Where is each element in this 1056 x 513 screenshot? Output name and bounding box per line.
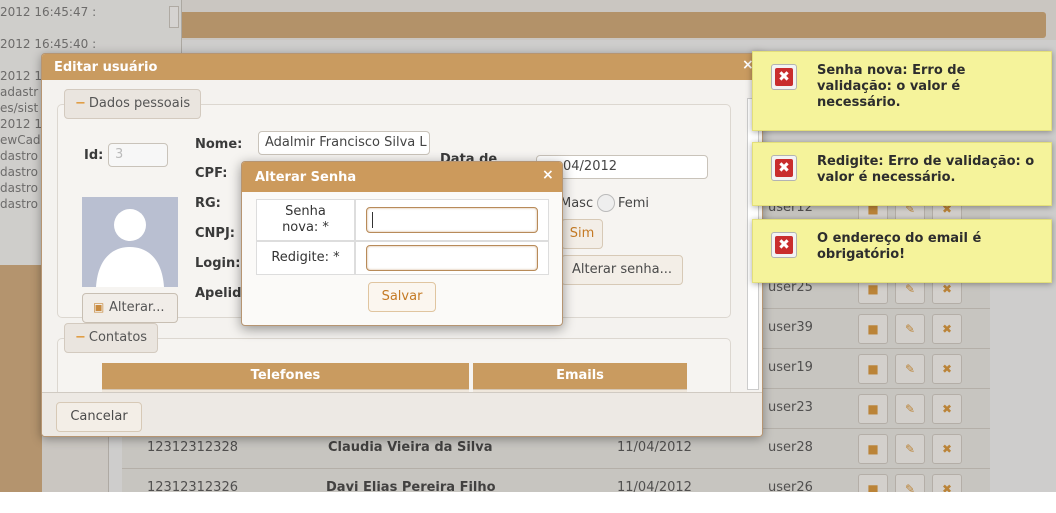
sexo-femi-label: Femi <box>618 196 650 211</box>
senha-nova-cell <box>355 199 549 241</box>
alterar-senha-dialog: Alterar Senha × Senha nova: * Redigite: … <box>241 161 563 326</box>
emails-header: Emails <box>473 363 687 389</box>
contatos-toggle[interactable]: − Contatos <box>64 323 159 353</box>
alterar-senha-button[interactable]: Alterar senha... <box>561 255 683 285</box>
close-icon[interactable]: × <box>542 167 554 183</box>
error-glyph: ✖ <box>775 68 793 86</box>
avatar-silhouette-icon <box>96 209 164 287</box>
avatar <box>82 197 178 287</box>
cpf-label: CPF: <box>195 166 228 181</box>
error-notification[interactable]: ✖ Redigite: Erro de validação: o valor é… <box>752 142 1052 206</box>
notification-text: O endereço do email é obrigatório! <box>817 231 982 262</box>
sexo-masc-label: Masc <box>560 196 594 211</box>
redigite-label: Redigite: * <box>256 241 355 275</box>
rg-label: RG: <box>195 196 221 211</box>
alterar-foto-label: Alterar... <box>109 300 165 315</box>
login-label: Login: <box>195 256 241 271</box>
error-notification[interactable]: ✖ O endereço do email é obrigatório! <box>752 219 1052 283</box>
redigite-cell <box>355 241 549 275</box>
senha-nova-input[interactable] <box>366 207 538 233</box>
text-cursor <box>372 212 373 228</box>
cnpj-label: CNPJ: <box>195 226 235 241</box>
error-icon: ✖ <box>771 64 797 90</box>
apelido-label: Apelid <box>195 286 242 301</box>
alterar-foto-button[interactable]: ▣ Alterar... <box>82 293 178 323</box>
dialog-footer: Cancelar <box>42 392 762 436</box>
error-notification[interactable]: ✖ Senha nova: Erro de validação: o valor… <box>752 51 1052 131</box>
error-glyph: ✖ <box>775 159 793 177</box>
notification-text: Redigite: Erro de validação: o valor é n… <box>817 154 1035 185</box>
error-icon: ✖ <box>771 155 797 181</box>
id-label: Id: <box>84 148 104 163</box>
cancelar-button[interactable]: Cancelar <box>56 402 142 432</box>
nome-label: Nome: <box>195 137 243 152</box>
redigite-input[interactable] <box>366 245 538 271</box>
telefones-header: Telefones <box>102 363 469 389</box>
senha-nova-label-line: Senha <box>285 204 326 219</box>
senha-nova-label: Senha nova: * <box>256 199 355 241</box>
dados-pessoais-toggle[interactable]: − Dados pessoais <box>64 89 202 119</box>
error-glyph: ✖ <box>775 236 793 254</box>
legend-label: Contatos <box>88 330 148 345</box>
notification-text: Senha nova: Erro de validação: o valor é… <box>817 63 966 110</box>
minus-icon: − <box>75 330 86 345</box>
sexo-femi-radio[interactable] <box>597 194 615 212</box>
screen: n user12 ■ ✎ ✖ user33 ■ ✎ ✖ user25 ■ ✎ ✖… <box>0 0 1056 492</box>
sim-button[interactable]: Sim <box>561 219 603 249</box>
dialog-title: Editar usuário <box>42 54 762 80</box>
id-field[interactable]: 3 <box>108 143 168 167</box>
image-icon: ▣ <box>93 300 105 314</box>
senha-nova-label-line: nova: * <box>282 220 329 235</box>
legend-label: Dados pessoais <box>88 96 191 111</box>
dialog-title: Alterar Senha <box>242 162 562 192</box>
nome-field[interactable]: Adalmir Francisco Silva L <box>258 131 430 155</box>
minus-icon: − <box>75 96 86 111</box>
error-icon: ✖ <box>771 232 797 258</box>
salvar-button[interactable]: Salvar <box>368 282 436 312</box>
